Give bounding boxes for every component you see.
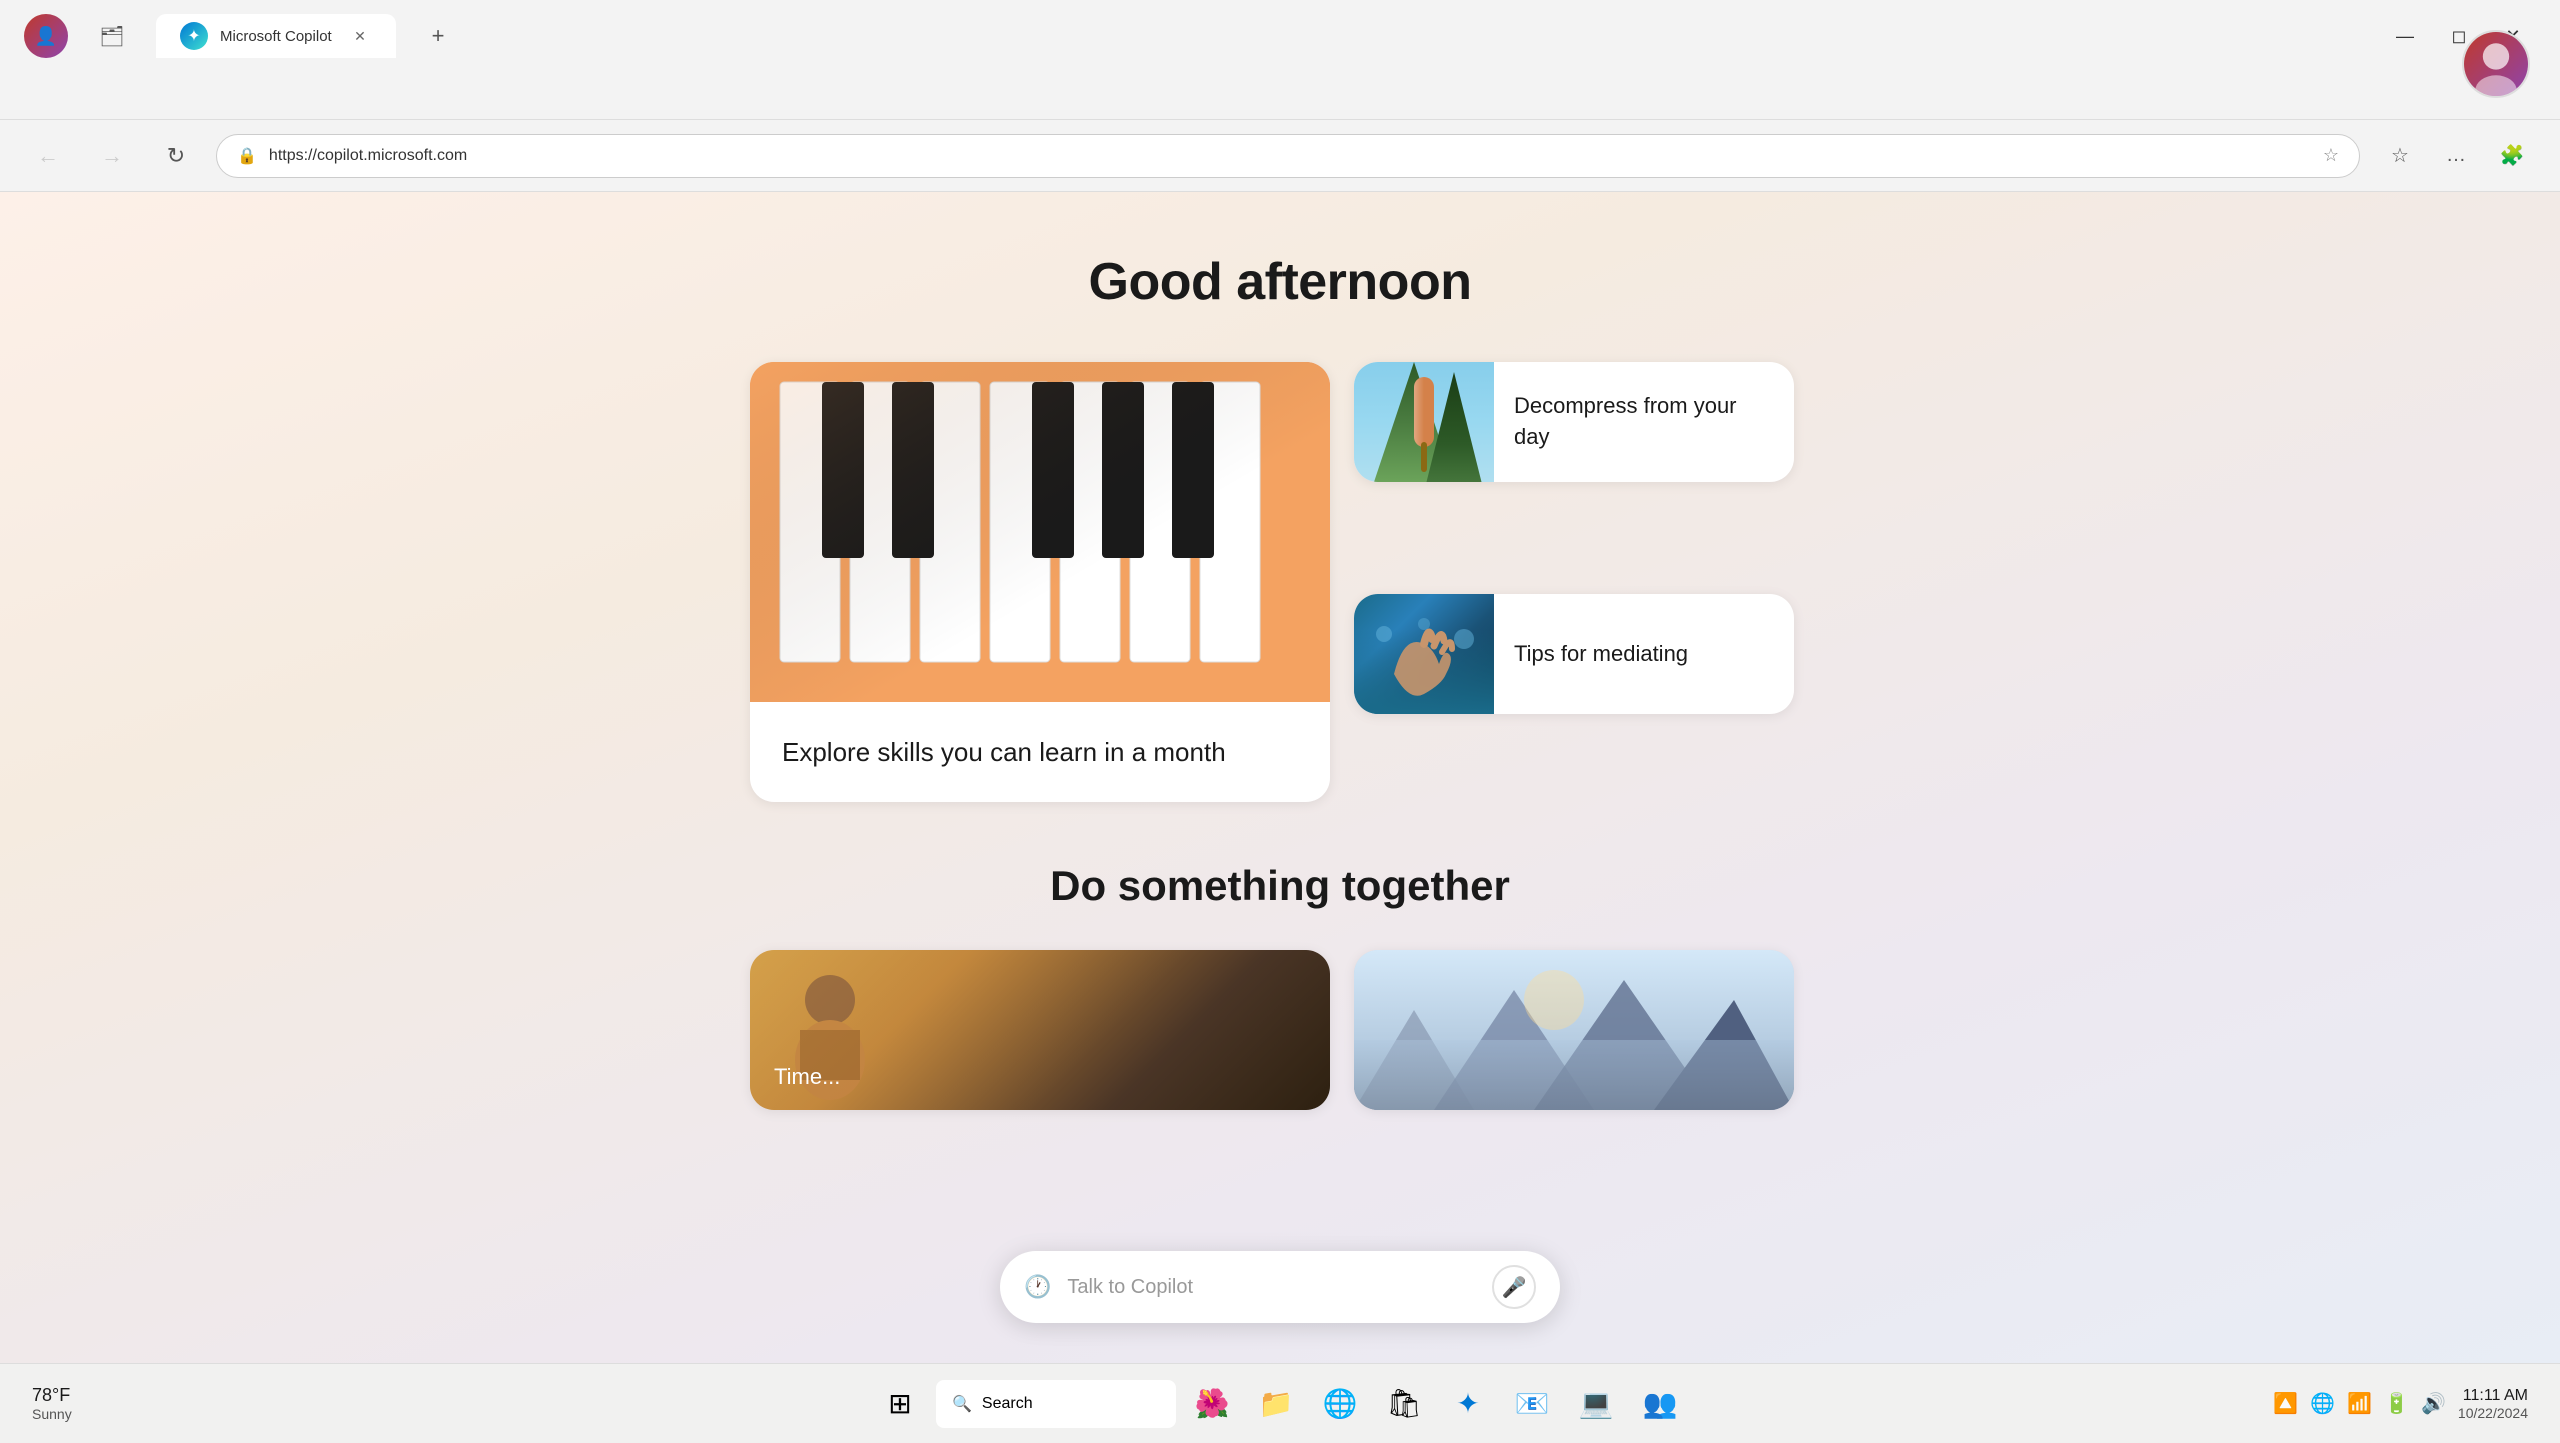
taskbar-teams-app[interactable]: 👥 bbox=[1632, 1376, 1688, 1432]
favorites-button[interactable]: ☆ bbox=[2376, 132, 2424, 180]
address-input[interactable] bbox=[269, 147, 2311, 165]
history-icon[interactable]: 🕐 bbox=[1024, 1274, 1051, 1300]
taskbar-edge-app[interactable]: 🌐 bbox=[1312, 1376, 1368, 1432]
avatar-image bbox=[2464, 32, 2528, 96]
system-clock[interactable]: 11:11 AM 10/22/2024 bbox=[2458, 1387, 2528, 1421]
card-large-image bbox=[750, 362, 1330, 702]
water-background bbox=[1354, 594, 1494, 714]
water-drops-svg bbox=[1354, 604, 1494, 664]
copilot-placeholder[interactable]: Talk to Copilot bbox=[1067, 1276, 1476, 1299]
taskbar-center: ⊞ 🔍 Search 🌺 📁 🌐 🛍 ✦ 📧 💻 👥 bbox=[872, 1376, 1688, 1432]
do-card-1-label: Time... bbox=[774, 1064, 840, 1090]
tab-close-button[interactable]: ✕ bbox=[348, 24, 372, 48]
network-icon[interactable]: 🌐 bbox=[2310, 1391, 2335, 1416]
new-tab-button[interactable]: + bbox=[416, 14, 460, 58]
suggestion-cards: Explore skills you can learn in a month bbox=[750, 362, 1810, 802]
taskbar-mail-app[interactable]: 📧 bbox=[1504, 1376, 1560, 1432]
taskbar-dev-app[interactable]: 💻 bbox=[1568, 1376, 1624, 1432]
weather-temperature: 78°F bbox=[32, 1385, 72, 1406]
piano-image bbox=[750, 362, 1330, 702]
extensions-button[interactable]: 🧩 bbox=[2488, 132, 2536, 180]
mic-button[interactable]: 🎤 bbox=[1492, 1265, 1536, 1309]
browser-profile-icon[interactable]: 👤 bbox=[24, 14, 68, 58]
back-button[interactable]: ← bbox=[24, 132, 72, 180]
clock-time: 11:11 AM bbox=[2458, 1387, 2528, 1405]
profile-icon: 👤 bbox=[35, 26, 57, 47]
clock-date: 10/22/2024 bbox=[2458, 1405, 2528, 1421]
do-something-cards: Time... bbox=[750, 950, 1810, 1110]
avatar-svg bbox=[2464, 30, 2528, 98]
title-bar: 👤 🗂 ✦ Microsoft Copilot ✕ + — ◻ ✕ bbox=[0, 0, 2560, 64]
card-small-1-image bbox=[1354, 362, 1494, 482]
card-small-2-text: Tips for mediating bbox=[1514, 639, 1708, 670]
main-content: Good afternoon bbox=[0, 192, 2560, 1363]
collections-btn[interactable]: 🗂 bbox=[88, 12, 136, 60]
active-tab[interactable]: ✦ Microsoft Copilot ✕ bbox=[156, 14, 396, 58]
battery-icon[interactable]: 🔋 bbox=[2384, 1391, 2409, 1416]
copilot-favicon-symbol: ✦ bbox=[187, 26, 200, 46]
card-mediating[interactable]: Tips for mediating bbox=[1354, 594, 1794, 714]
greeting-heading: Good afternoon bbox=[1089, 252, 1472, 312]
tab-label: Microsoft Copilot bbox=[220, 28, 336, 45]
taskbar-photos-app[interactable]: 🌺 bbox=[1184, 1376, 1240, 1432]
taskbar-search-label[interactable]: Search bbox=[982, 1395, 1033, 1413]
weather-widget[interactable]: 78°F Sunny bbox=[32, 1385, 72, 1422]
refresh-button[interactable]: ↻ bbox=[152, 132, 200, 180]
chevron-up-icon[interactable]: 🔼 bbox=[2273, 1391, 2298, 1416]
mic-icon: 🎤 bbox=[1502, 1275, 1527, 1300]
card-small-2-image bbox=[1354, 594, 1494, 714]
user-avatar[interactable] bbox=[2462, 30, 2530, 98]
popsicle-svg bbox=[1394, 367, 1454, 477]
nav-actions: ☆ … 🧩 bbox=[2376, 132, 2536, 180]
browser-chrome: 👤 🗂 ✦ Microsoft Copilot ✕ + — ◻ ✕ bbox=[0, 0, 2560, 120]
taskbar-right: 🔼 🌐 📶 🔋 🔊 11:11 AM 10/22/2024 bbox=[2273, 1387, 2528, 1421]
section-title: Do something together bbox=[750, 862, 1810, 910]
forward-button[interactable]: → bbox=[88, 132, 136, 180]
taskbar-store-app[interactable]: 🛍 bbox=[1376, 1376, 1432, 1432]
taskbar-copilot-app[interactable]: ✦ bbox=[1440, 1376, 1496, 1432]
more-button[interactable]: … bbox=[2432, 132, 2480, 180]
mountains-svg bbox=[1354, 950, 1794, 1110]
start-button[interactable]: ⊞ bbox=[872, 1376, 928, 1432]
card-decompress[interactable]: Decompress from your day bbox=[1354, 362, 1794, 482]
taskbar-left: 78°F Sunny bbox=[32, 1385, 92, 1422]
wifi-icon[interactable]: 📶 bbox=[2347, 1391, 2372, 1416]
card-large-text: Explore skills you can learn in a month bbox=[750, 702, 1330, 802]
favorites-star-icon[interactable]: ☆ bbox=[2323, 145, 2339, 166]
address-bar[interactable]: 🔒 ☆ bbox=[216, 134, 2360, 178]
tab-favicon: ✦ bbox=[180, 22, 208, 50]
copilot-input-bar[interactable]: 🕐 Talk to Copilot 🎤 bbox=[1000, 1251, 1560, 1323]
do-card-mountains[interactable] bbox=[1354, 950, 1794, 1110]
weather-description: Sunny bbox=[32, 1406, 72, 1422]
popsicle-background bbox=[1354, 362, 1494, 482]
minimize-button[interactable]: — bbox=[2382, 20, 2428, 52]
taskbar-files-app[interactable]: 📁 bbox=[1248, 1376, 1304, 1432]
card-explore-skills[interactable]: Explore skills you can learn in a month bbox=[750, 362, 1330, 802]
volume-icon[interactable]: 🔊 bbox=[2421, 1391, 2446, 1416]
taskbar-search[interactable]: 🔍 Search bbox=[936, 1380, 1176, 1428]
system-tray: 🔼 🌐 📶 🔋 🔊 bbox=[2273, 1391, 2446, 1416]
nav-bar: ← → ↻ 🔒 ☆ ☆ … 🧩 bbox=[0, 120, 2560, 192]
lock-icon: 🔒 bbox=[237, 146, 257, 166]
do-card-time[interactable]: Time... bbox=[750, 950, 1330, 1110]
card-small-1-text: Decompress from your day bbox=[1514, 391, 1794, 453]
taskbar-search-icon: 🔍 bbox=[952, 1394, 972, 1414]
taskbar: 78°F Sunny ⊞ 🔍 Search 🌺 📁 🌐 🛍 ✦ 📧 💻 👥 🔼 … bbox=[0, 1363, 2560, 1443]
do-something-section: Do something together Time... bbox=[750, 862, 1810, 1110]
